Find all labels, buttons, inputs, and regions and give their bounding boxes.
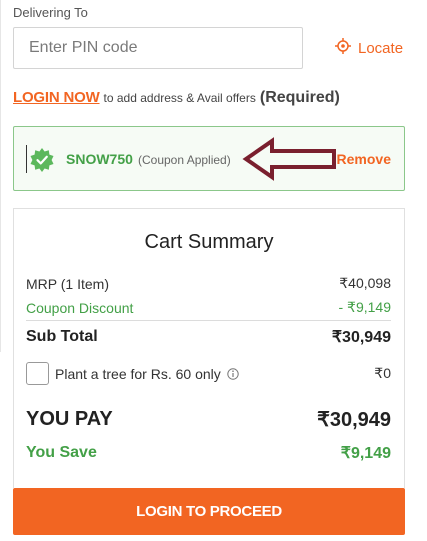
coupon-discount-label: Coupon Discount xyxy=(26,299,134,316)
crosshair-icon xyxy=(335,38,351,59)
applied-coupon-box: SNOW750 (Coupon Applied) Remove xyxy=(13,126,405,191)
you-save-row: You Save ₹9,149 xyxy=(26,443,391,463)
info-icon[interactable] xyxy=(227,367,239,380)
login-now-link[interactable]: LOGIN NOW xyxy=(13,89,100,106)
plant-tree-option: Plant a tree for Rs. 60 only xyxy=(26,362,239,385)
plant-tree-row: Plant a tree for Rs. 60 only ₹0 xyxy=(26,362,391,385)
subtotal-label: Sub Total xyxy=(26,328,98,345)
required-label: (Required) xyxy=(259,89,340,106)
mrp-value: ₹40,098 xyxy=(339,275,391,291)
locate-button[interactable]: Locate xyxy=(335,38,403,59)
cart-summary-title: Cart Summary xyxy=(144,231,274,253)
pin-code-input[interactable] xyxy=(13,27,303,69)
summary-divider xyxy=(26,320,391,321)
plant-tree-value: ₹0 xyxy=(374,365,391,381)
delivering-to-label: Delivering To xyxy=(13,5,88,20)
coupon-discount-value: - ₹9,149 xyxy=(338,299,392,315)
coupon-discount-row: Coupon Discount - ₹9,149 xyxy=(26,299,391,316)
mrp-row: MRP (1 Item) ₹40,098 xyxy=(26,275,391,292)
coupon-code: SNOW750 xyxy=(66,151,133,167)
left-arrow-icon xyxy=(242,136,340,187)
coupon-status: (Coupon Applied) xyxy=(138,153,231,167)
login-to-proceed-button[interactable]: LOGIN TO PROCEED xyxy=(13,488,405,535)
you-pay-row: YOU PAY ₹30,949 xyxy=(26,407,391,432)
remove-coupon-button[interactable]: Remove xyxy=(337,151,391,167)
check-badge-icon xyxy=(29,147,55,178)
text-cursor xyxy=(26,145,27,173)
plant-tree-label: Plant a tree for Rs. 60 only xyxy=(55,365,221,382)
locate-label: Locate xyxy=(358,40,404,57)
login-prompt-text: to add address & Avail offers xyxy=(103,91,256,105)
you-save-value: ₹9,149 xyxy=(340,445,391,462)
plant-tree-checkbox[interactable] xyxy=(26,362,49,385)
you-pay-value: ₹30,949 xyxy=(317,409,391,431)
login-prompt: LOGIN NOW to add address & Avail offers … xyxy=(13,89,340,107)
cart-summary-card: Cart Summary MRP (1 Item) ₹40,098 Coupon… xyxy=(13,208,405,488)
subtotal-value: ₹30,949 xyxy=(331,329,391,346)
you-pay-label: YOU PAY xyxy=(26,408,113,430)
you-save-label: You Save xyxy=(26,444,97,461)
subtotal-row: Sub Total ₹30,949 xyxy=(26,327,391,347)
mrp-label: MRP (1 Item) xyxy=(26,275,109,292)
left-divider xyxy=(0,0,1,352)
